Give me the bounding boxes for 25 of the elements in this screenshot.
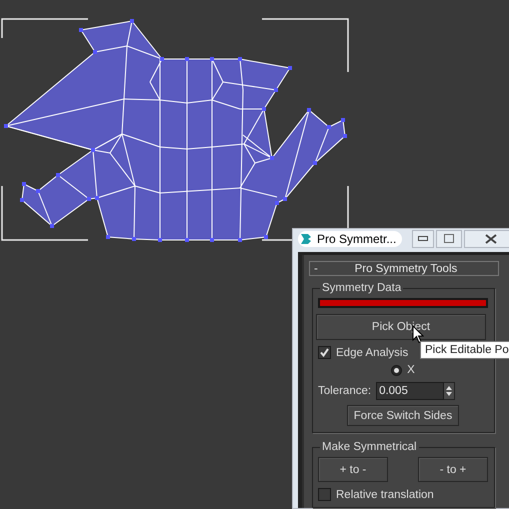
relative-translation-checkbox[interactable] [318, 488, 331, 501]
transfer-button[interactable]: + to - [318, 457, 388, 482]
rollout-header[interactable]: - Pro Symmetry Tools [309, 261, 499, 276]
transfer-button[interactable]: - to + [418, 457, 488, 482]
collapse-toggle[interactable]: - [314, 262, 318, 274]
axis-radio[interactable] [391, 364, 402, 376]
checkbox-label: Relative translation [336, 488, 434, 500]
group-title: Symmetry Data [321, 282, 402, 294]
edge-analysis-checkbox[interactable] [318, 346, 331, 359]
checkbox-label: Edge Analysis [336, 346, 408, 358]
maximize-icon [444, 234, 454, 243]
force-switch-sides-button[interactable]: Force Switch Sides [346, 405, 460, 426]
app-logo-icon [299, 232, 313, 246]
window-title: Pro Symmetr... [317, 232, 396, 246]
minimize-button[interactable] [412, 230, 434, 248]
tooltip: Pick Editable Po [420, 341, 509, 359]
radio-label: X [407, 364, 415, 376]
tolerance-label: Tolerance: [318, 385, 372, 397]
tolerance-field[interactable]: 0.005 [376, 382, 444, 400]
close-icon [485, 234, 498, 244]
group-title: Make Symmetrical [321, 441, 418, 453]
rollout-title: Pro Symmetry Tools [354, 262, 458, 274]
minimize-icon [418, 236, 428, 242]
maximize-button[interactable] [436, 230, 462, 248]
close-button[interactable] [464, 230, 509, 248]
